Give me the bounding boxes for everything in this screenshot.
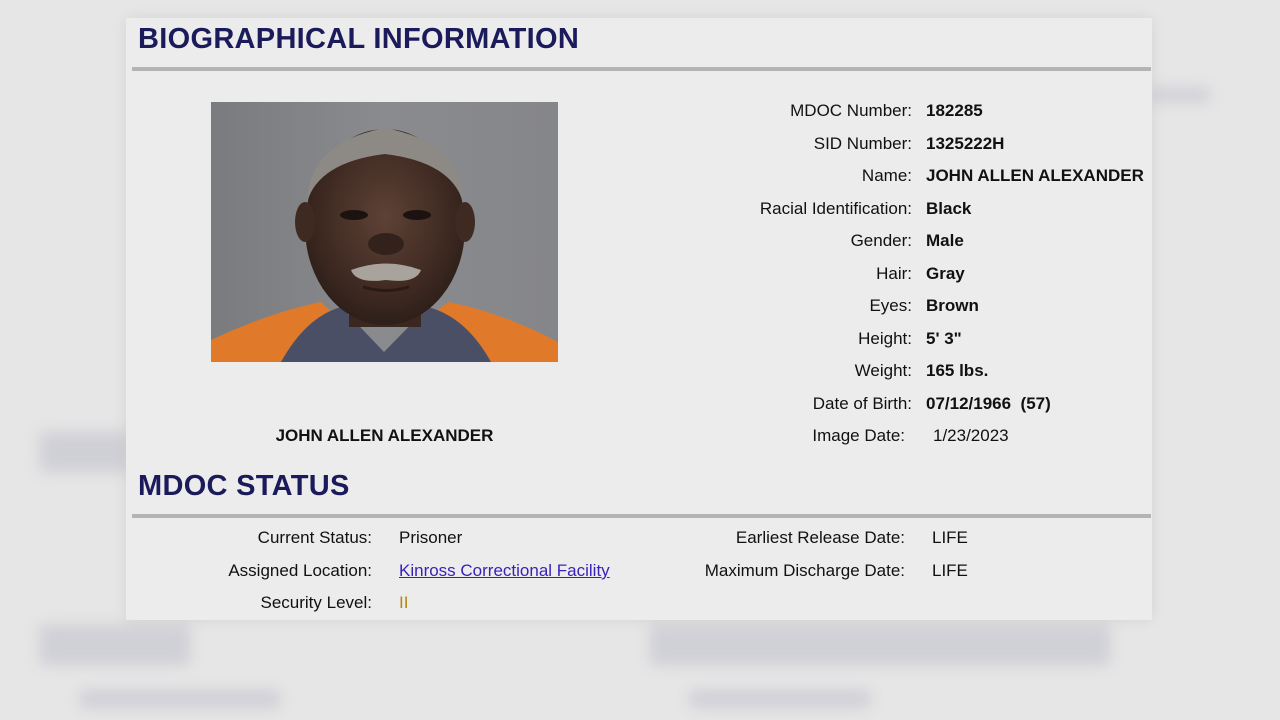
bio-label: Eyes: xyxy=(869,296,912,315)
bio-label: SID Number: xyxy=(813,134,912,153)
bio-heading-divider xyxy=(132,67,1151,71)
bio-label: Image Date: xyxy=(812,426,905,445)
earliest-release-label: Earliest Release Date: xyxy=(735,528,905,547)
bio-row-sid-number: SID Number: 1325222H xyxy=(666,134,1005,156)
bio-label: Date of Birth: xyxy=(812,394,912,413)
status-row-current-status: Current Status: Prisoner Earliest Releas… xyxy=(126,528,1152,550)
bio-label: Weight: xyxy=(854,361,912,380)
bio-row-mdoc-number: MDOC Number: 182285 xyxy=(666,101,983,123)
current-status-value: Prisoner xyxy=(399,528,463,547)
security-level-label: Security Level: xyxy=(260,593,373,612)
status-row-security-level: Security Level: II xyxy=(126,593,1152,615)
bio-label: Gender: xyxy=(850,231,912,250)
bio-row-gender: Gender: Male xyxy=(666,231,964,253)
inmate-photo xyxy=(211,102,558,362)
inmate-photo-image xyxy=(211,102,558,362)
bio-label: Racial Identification: xyxy=(759,199,912,218)
biographical-panel: BIOGRAPHICAL INFORMATION JOHN ALLEN ALEX… xyxy=(126,18,1152,620)
bio-row-eyes: Eyes: Brown xyxy=(666,296,978,318)
bio-row-weight: Weight: 165 lbs. xyxy=(666,361,989,383)
security-level-value: II xyxy=(399,593,409,612)
bio-value: 1325222H xyxy=(926,134,1005,153)
background-blur-block xyxy=(1150,88,1210,102)
bio-value: 182285 xyxy=(926,101,983,120)
background-blur-block xyxy=(40,432,130,472)
bio-label: Name: xyxy=(861,166,912,185)
bio-value: 1/23/2023 xyxy=(933,426,1009,445)
bio-value: JOHN ALLEN ALEXANDER xyxy=(926,166,1144,185)
background-blur-block xyxy=(80,690,280,708)
status-section-heading: MDOC STATUS xyxy=(138,470,350,502)
background-blur-block xyxy=(650,625,1110,665)
bio-row-date-of-birth: Date of Birth: 07/12/1966 (57) xyxy=(666,394,1051,416)
photo-caption-name: JOHN ALLEN ALEXANDER xyxy=(275,426,494,445)
max-discharge-label: Maximum Discharge Date: xyxy=(704,561,905,580)
bio-value: Brown xyxy=(926,296,979,315)
bio-section-heading: BIOGRAPHICAL INFORMATION xyxy=(138,23,580,55)
bio-label: Hair: xyxy=(876,264,912,283)
bio-row-hair: Hair: Gray xyxy=(666,264,965,286)
status-heading-divider xyxy=(132,514,1151,518)
bio-row-racial-identification: Racial Identification: Black xyxy=(666,199,972,221)
background-blur-block xyxy=(40,625,190,665)
earliest-release-value: LIFE xyxy=(932,528,968,547)
bio-value: 07/12/1966 (57) xyxy=(926,394,1051,413)
current-status-label: Current Status: xyxy=(257,528,372,547)
assigned-location-link[interactable]: Kinross Correctional Facility xyxy=(399,561,610,580)
background-blur-block xyxy=(690,690,870,708)
assigned-location-value: Kinross Correctional Facility xyxy=(399,561,610,581)
bio-value: Male xyxy=(926,231,964,250)
bio-value: 165 lbs. xyxy=(926,361,989,380)
assigned-location-label: Assigned Location: xyxy=(228,561,372,580)
bio-row-height: Height: 5' 3" xyxy=(666,329,962,351)
max-discharge-value: LIFE xyxy=(932,561,968,580)
bio-value: Gray xyxy=(926,264,965,283)
bio-label: MDOC Number: xyxy=(790,101,912,120)
bio-value: 5' 3" xyxy=(926,329,962,348)
status-row-assigned-location: Assigned Location: Kinross Correctional … xyxy=(126,561,1152,583)
bio-row-image-date: Image Date: 1/23/2023 xyxy=(666,426,1008,448)
bio-row-name: Name: JOHN ALLEN ALEXANDER xyxy=(666,166,1144,188)
bio-label: Height: xyxy=(858,329,912,348)
bio-value: Black xyxy=(926,199,972,218)
